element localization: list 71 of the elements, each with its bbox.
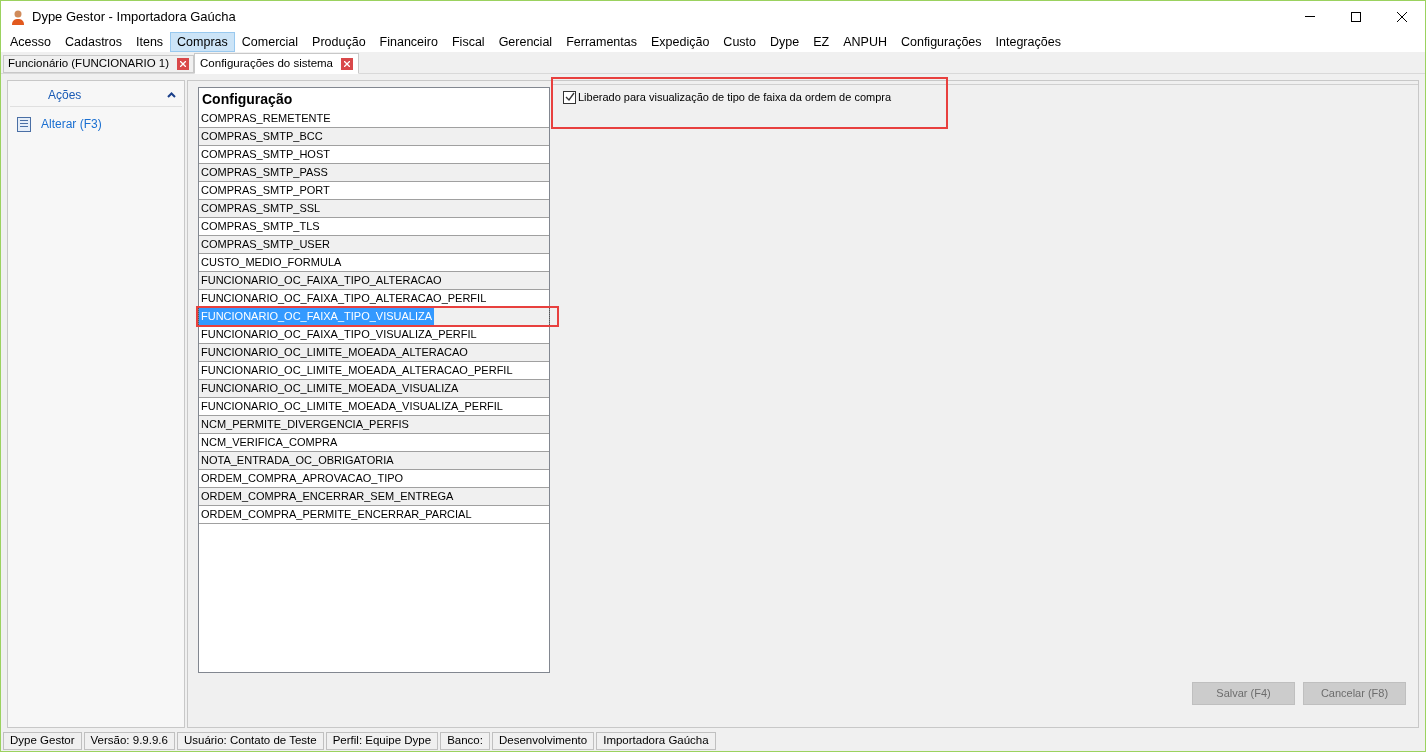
menu-item[interactable]: Compras [170,32,235,52]
checkbox-label: Liberado para visualização de tipo de faixa da ordem de compra [578,90,892,105]
status-field: Desenvolvimento [491,732,595,750]
menu-item[interactable]: ANPUH [836,32,894,52]
collapse-icon[interactable] [167,91,176,98]
table-cell-text: NCM_VERIFICA_COMPRA [200,435,339,451]
clipboard-icon [17,116,31,132]
menu-item[interactable]: Dype [763,32,807,52]
tab[interactable]: Funcionário (FUNCIONARIO 1) [3,55,195,73]
status-field: Importadora Gaúcha [596,732,716,750]
status-field: Perfil: Equipe Dype [325,732,439,750]
table-row[interactable]: FUNCIONARIO_OC_FAIXA_TIPO_ALTERACAO [199,272,549,290]
person-icon [10,8,26,25]
table-cell-text: COMPRAS_SMTP_TLS [200,219,321,235]
table-row[interactable]: NOTA_ENTRADA_OC_OBRIGATORIA [199,452,549,470]
table-row[interactable]: COMPRAS_SMTP_USER [199,236,549,254]
table-cell: FUNCIONARIO_OC_FAIXA_TIPO_VISUALIZA [199,308,435,325]
menu-item[interactable]: Acesso [3,32,58,52]
table-cell-text: FUNCIONARIO_OC_LIMITE_MOEADA_ALTERACAO [200,345,469,361]
table-cell-text: COMPRAS_SMTP_HOST [200,147,331,163]
table-cell-text: FUNCIONARIO_OC_FAIXA_TIPO_ALTERACAO_PERFIL [200,291,488,307]
table-cell-text: ORDEM_COMPRA_ENCERRAR_SEM_ENTREGA [200,489,455,505]
table-cell-text: COMPRAS_SMTP_BCC [200,129,324,145]
table-row[interactable]: FUNCIONARIO_OC_LIMITE_MOEADA_VISUALIZA [199,380,549,398]
table-cell-text: COMPRAS_SMTP_SSL [200,201,322,217]
panel-title: Ações [48,86,82,104]
window-title: Dype Gestor - Importadora Gaúcha [32,7,236,26]
tab[interactable]: Configurações do sistema [194,53,359,74]
table-cell-text: COMPRAS_SMTP_PASS [200,165,329,181]
table-cell-text: FUNCIONARIO_OC_FAIXA_TIPO_ALTERACAO [200,273,443,289]
table-cell-text: COMPRAS_SMTP_USER [200,237,331,253]
table-row[interactable]: COMPRAS_SMTP_BCC [199,128,549,146]
tab-label: Configurações do sistema [200,55,333,71]
tab-label: Funcionário (FUNCIONARIO 1) [8,56,170,72]
table-cell-text: CUSTO_MEDIO_FORMULA [200,255,343,271]
menu-item[interactable]: Cadastros [58,32,129,52]
menu-item[interactable]: EZ [806,32,837,52]
checkbox[interactable] [563,90,576,104]
menu-item[interactable]: Gerencial [491,32,560,52]
table-row[interactable]: NCM_PERMITE_DIVERGENCIA_PERFIS [199,416,549,434]
menu-item[interactable]: Produção [305,32,373,52]
table-row[interactable]: FUNCIONARIO_OC_LIMITE_MOEADA_ALTERACAO [199,344,549,362]
table-cell-text: NOTA_ENTRADA_OC_OBRIGATORIA [200,453,395,469]
table-cell-text: FUNCIONARIO_OC_LIMITE_MOEADA_ALTERACAO_PERFIL [200,363,514,379]
menu-item[interactable]: Expedição [644,32,717,52]
table-cell-text: ORDEM_COMPRA_APROVACAO_TIPO [200,471,405,487]
menu-item[interactable]: Integrações [988,32,1068,52]
table-cell-text: COMPRAS_SMTP_PORT [200,183,331,199]
table-cell-text: FUNCIONARIO_OC_LIMITE_MOEADA_VISUALIZA_PERFIL [200,399,504,415]
action-link[interactable]: Alterar (F3) [41,115,102,133]
menu-item[interactable]: Itens [129,32,171,52]
table-row[interactable]: COMPRAS_SMTP_SSL [199,200,549,218]
column-header[interactable]: Configuração [199,88,549,110]
table-cell-text: ORDEM_COMPRA_PERMITE_ENCERRAR_PARCIAL [200,507,473,523]
menu-item[interactable]: Comercial [234,32,306,52]
table-cell-text: FUNCIONARIO_OC_LIMITE_MOEADA_VISUALIZA [200,381,460,397]
table-cell-text: COMPRAS_REMETENTE [200,111,332,127]
status-field: Usuário: Contato de Teste [176,732,324,750]
menu-item[interactable]: Financeiro [372,32,445,52]
close-icon[interactable] [1397,11,1407,22]
table-row[interactable]: ORDEM_COMPRA_ENCERRAR_SEM_ENTREGA [199,488,549,506]
table-cell-text: NCM_PERMITE_DIVERGENCIA_PERFIS [200,417,410,433]
status-field: Versão: 9.9.9.6 [83,732,175,750]
status-field: Dype Gestor [3,732,82,750]
menu-item[interactable]: Custo [716,32,763,52]
table-row[interactable]: COMPRAS_SMTP_PASS [199,164,549,182]
menu-item[interactable]: Ferramentas [559,32,644,52]
table-cell-text: FUNCIONARIO_OC_FAIXA_TIPO_VISUALIZA_PERFIL [200,327,478,343]
menu-item[interactable]: Configurações [893,32,989,52]
status-field: Banco: [440,732,490,750]
menu-item[interactable]: Fiscal [444,32,492,52]
